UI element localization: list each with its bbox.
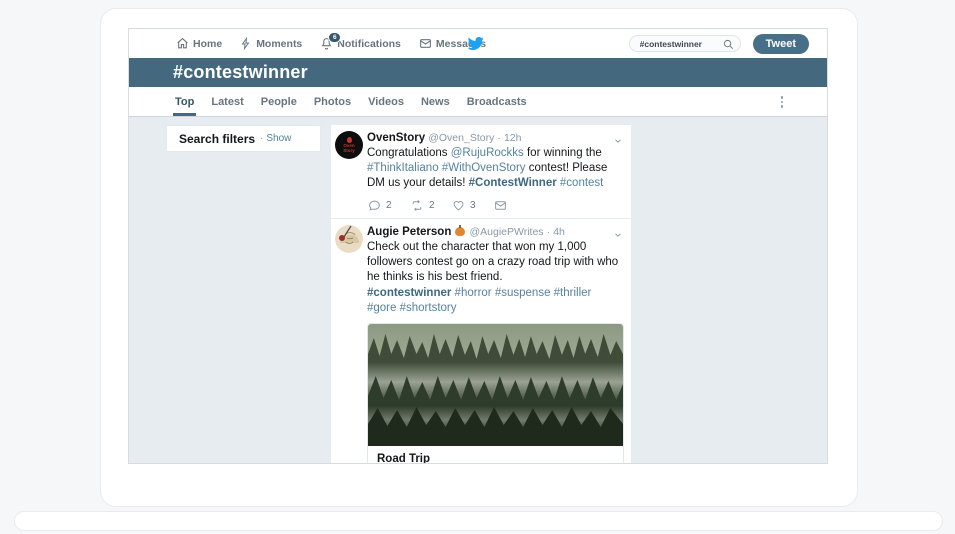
- hashtag-link[interactable]: #contestwinner: [367, 287, 451, 299]
- search-icon: [723, 39, 733, 49]
- top-nav-bar: Home Moments 6 Notifications Messages #c…: [129, 29, 827, 58]
- sketch-avatar-art: [335, 225, 363, 253]
- search-filters-title: Search filters: [179, 131, 256, 146]
- hashtag-link[interactable]: #ThinkItaliano: [367, 162, 439, 174]
- hashtag-link[interactable]: #horror: [451, 287, 492, 299]
- avatar-text: Story: [343, 148, 355, 153]
- tweet-timestamp[interactable]: 12h: [504, 132, 522, 144]
- nameline-separator: ·: [546, 226, 551, 238]
- moments-icon: [241, 37, 250, 50]
- nav-notifications-label: Notifications: [337, 37, 401, 50]
- tweet-feed: Oven Story OvenStory @Oven_Story · 12h C…: [331, 125, 631, 464]
- retweet-icon: [412, 200, 422, 211]
- tab-broadcasts[interactable]: Broadcasts: [467, 87, 527, 116]
- retweet-button[interactable]: 2: [410, 199, 452, 212]
- hashtag-link[interactable]: #suspense: [492, 287, 551, 299]
- nav-moments-label: Moments: [256, 37, 303, 50]
- heart-icon: [453, 200, 464, 211]
- home-icon: [177, 37, 188, 49]
- tweet-author-handle[interactable]: @AugiePWrites: [469, 226, 543, 238]
- tab-top[interactable]: Top: [172, 87, 197, 116]
- reply-button[interactable]: 2: [368, 199, 410, 212]
- tab-news[interactable]: News: [421, 87, 450, 116]
- tab-people[interactable]: People: [261, 87, 297, 116]
- tweet-button[interactable]: Tweet: [752, 33, 809, 54]
- tweet-author-name[interactable]: OvenStory: [367, 132, 425, 144]
- nav-notifications[interactable]: 6 Notifications: [320, 32, 401, 50]
- tweet-author-handle[interactable]: @Oven_Story: [428, 132, 494, 144]
- content-area: Search filters · Show Oven Story OvenSto…: [129, 117, 827, 464]
- messages-icon: [419, 39, 431, 48]
- envelope-icon: [495, 201, 506, 210]
- avatar[interactable]: Oven Story: [335, 131, 363, 159]
- twitter-bird-icon: [467, 36, 484, 51]
- reply-icon: [369, 200, 380, 211]
- avatar[interactable]: [335, 225, 363, 253]
- tweet-dropdown-caret[interactable]: [613, 133, 623, 151]
- like-count: 3: [470, 200, 476, 211]
- more-options-icon[interactable]: [777, 94, 787, 110]
- tweet-text-segment: Check out the character that won my 1,00…: [367, 241, 619, 283]
- twitter-logo[interactable]: [467, 35, 484, 57]
- twitter-app-window: Home Moments 6 Notifications Messages #c…: [128, 28, 828, 464]
- tweet-timestamp[interactable]: 4h: [553, 226, 565, 238]
- tweet-text: Check out the character that won my 1,00…: [367, 240, 622, 285]
- search-input[interactable]: [637, 37, 728, 50]
- hashtag-link[interactable]: #gore: [367, 302, 396, 314]
- tweet-text-segment: Congratulations: [367, 147, 451, 159]
- tweet-text: Congratulations @RujuRockks for winning …: [367, 146, 622, 191]
- tab-videos[interactable]: Videos: [368, 87, 404, 116]
- chevron-down-icon: [615, 139, 621, 143]
- link-preview-card[interactable]: Road Trip Gerald and Kate have been best…: [367, 323, 624, 464]
- filters-separator: ·: [260, 133, 264, 144]
- tweet-author-name[interactable]: Augie Peterson: [367, 226, 451, 238]
- direct-message-button[interactable]: [494, 199, 536, 212]
- reply-count: 2: [386, 200, 392, 211]
- retweet-count: 2: [429, 200, 435, 211]
- pumpkin-emoji-icon: [455, 225, 466, 236]
- show-filters-link[interactable]: Show: [266, 133, 291, 144]
- tab-photos[interactable]: Photos: [314, 87, 351, 116]
- nav-home-label: Home: [193, 37, 223, 50]
- hashtag-link[interactable]: #WithOvenStory: [442, 162, 526, 174]
- page-title: #contestwinner: [173, 62, 308, 82]
- tab-latest[interactable]: Latest: [211, 87, 243, 116]
- background-strip: [14, 511, 943, 531]
- nameline-separator: ·: [497, 132, 501, 144]
- forest-photo: [368, 324, 623, 446]
- tweet-hashtags: #contestwinner #horror #suspense #thrill…: [367, 286, 622, 316]
- hashtag-link[interactable]: #thriller: [550, 287, 592, 299]
- search-filters-panel: Search filters · Show: [166, 125, 321, 152]
- tabs-bar: Top Latest People Photos Videos News Bro…: [129, 87, 827, 117]
- hashtag-link[interactable]: #contest: [560, 177, 603, 189]
- tweet-dropdown-caret[interactable]: [613, 227, 623, 245]
- tweet-ovenstory[interactable]: Oven Story OvenStory @Oven_Story · 12h C…: [331, 125, 631, 218]
- like-button[interactable]: 3: [452, 199, 494, 212]
- tweet-augie-peterson[interactable]: Augie Peterson @AugiePWrites · 4h Check …: [331, 218, 631, 464]
- page-header: #contestwinner: [129, 58, 827, 87]
- tweet-text-segment: for winning the: [523, 147, 602, 159]
- chevron-down-icon: [615, 233, 621, 237]
- card-title: Road Trip: [377, 453, 431, 464]
- notifications-badge: 6: [328, 32, 342, 43]
- hashtag-link[interactable]: #ContestWinner: [469, 177, 557, 189]
- search-box[interactable]: [628, 35, 741, 52]
- nav-moments[interactable]: Moments: [240, 37, 302, 50]
- mention-link[interactable]: @RujuRockks: [451, 147, 524, 159]
- hashtag-link[interactable]: #shortstory: [396, 302, 457, 314]
- nav-home[interactable]: Home: [176, 37, 222, 50]
